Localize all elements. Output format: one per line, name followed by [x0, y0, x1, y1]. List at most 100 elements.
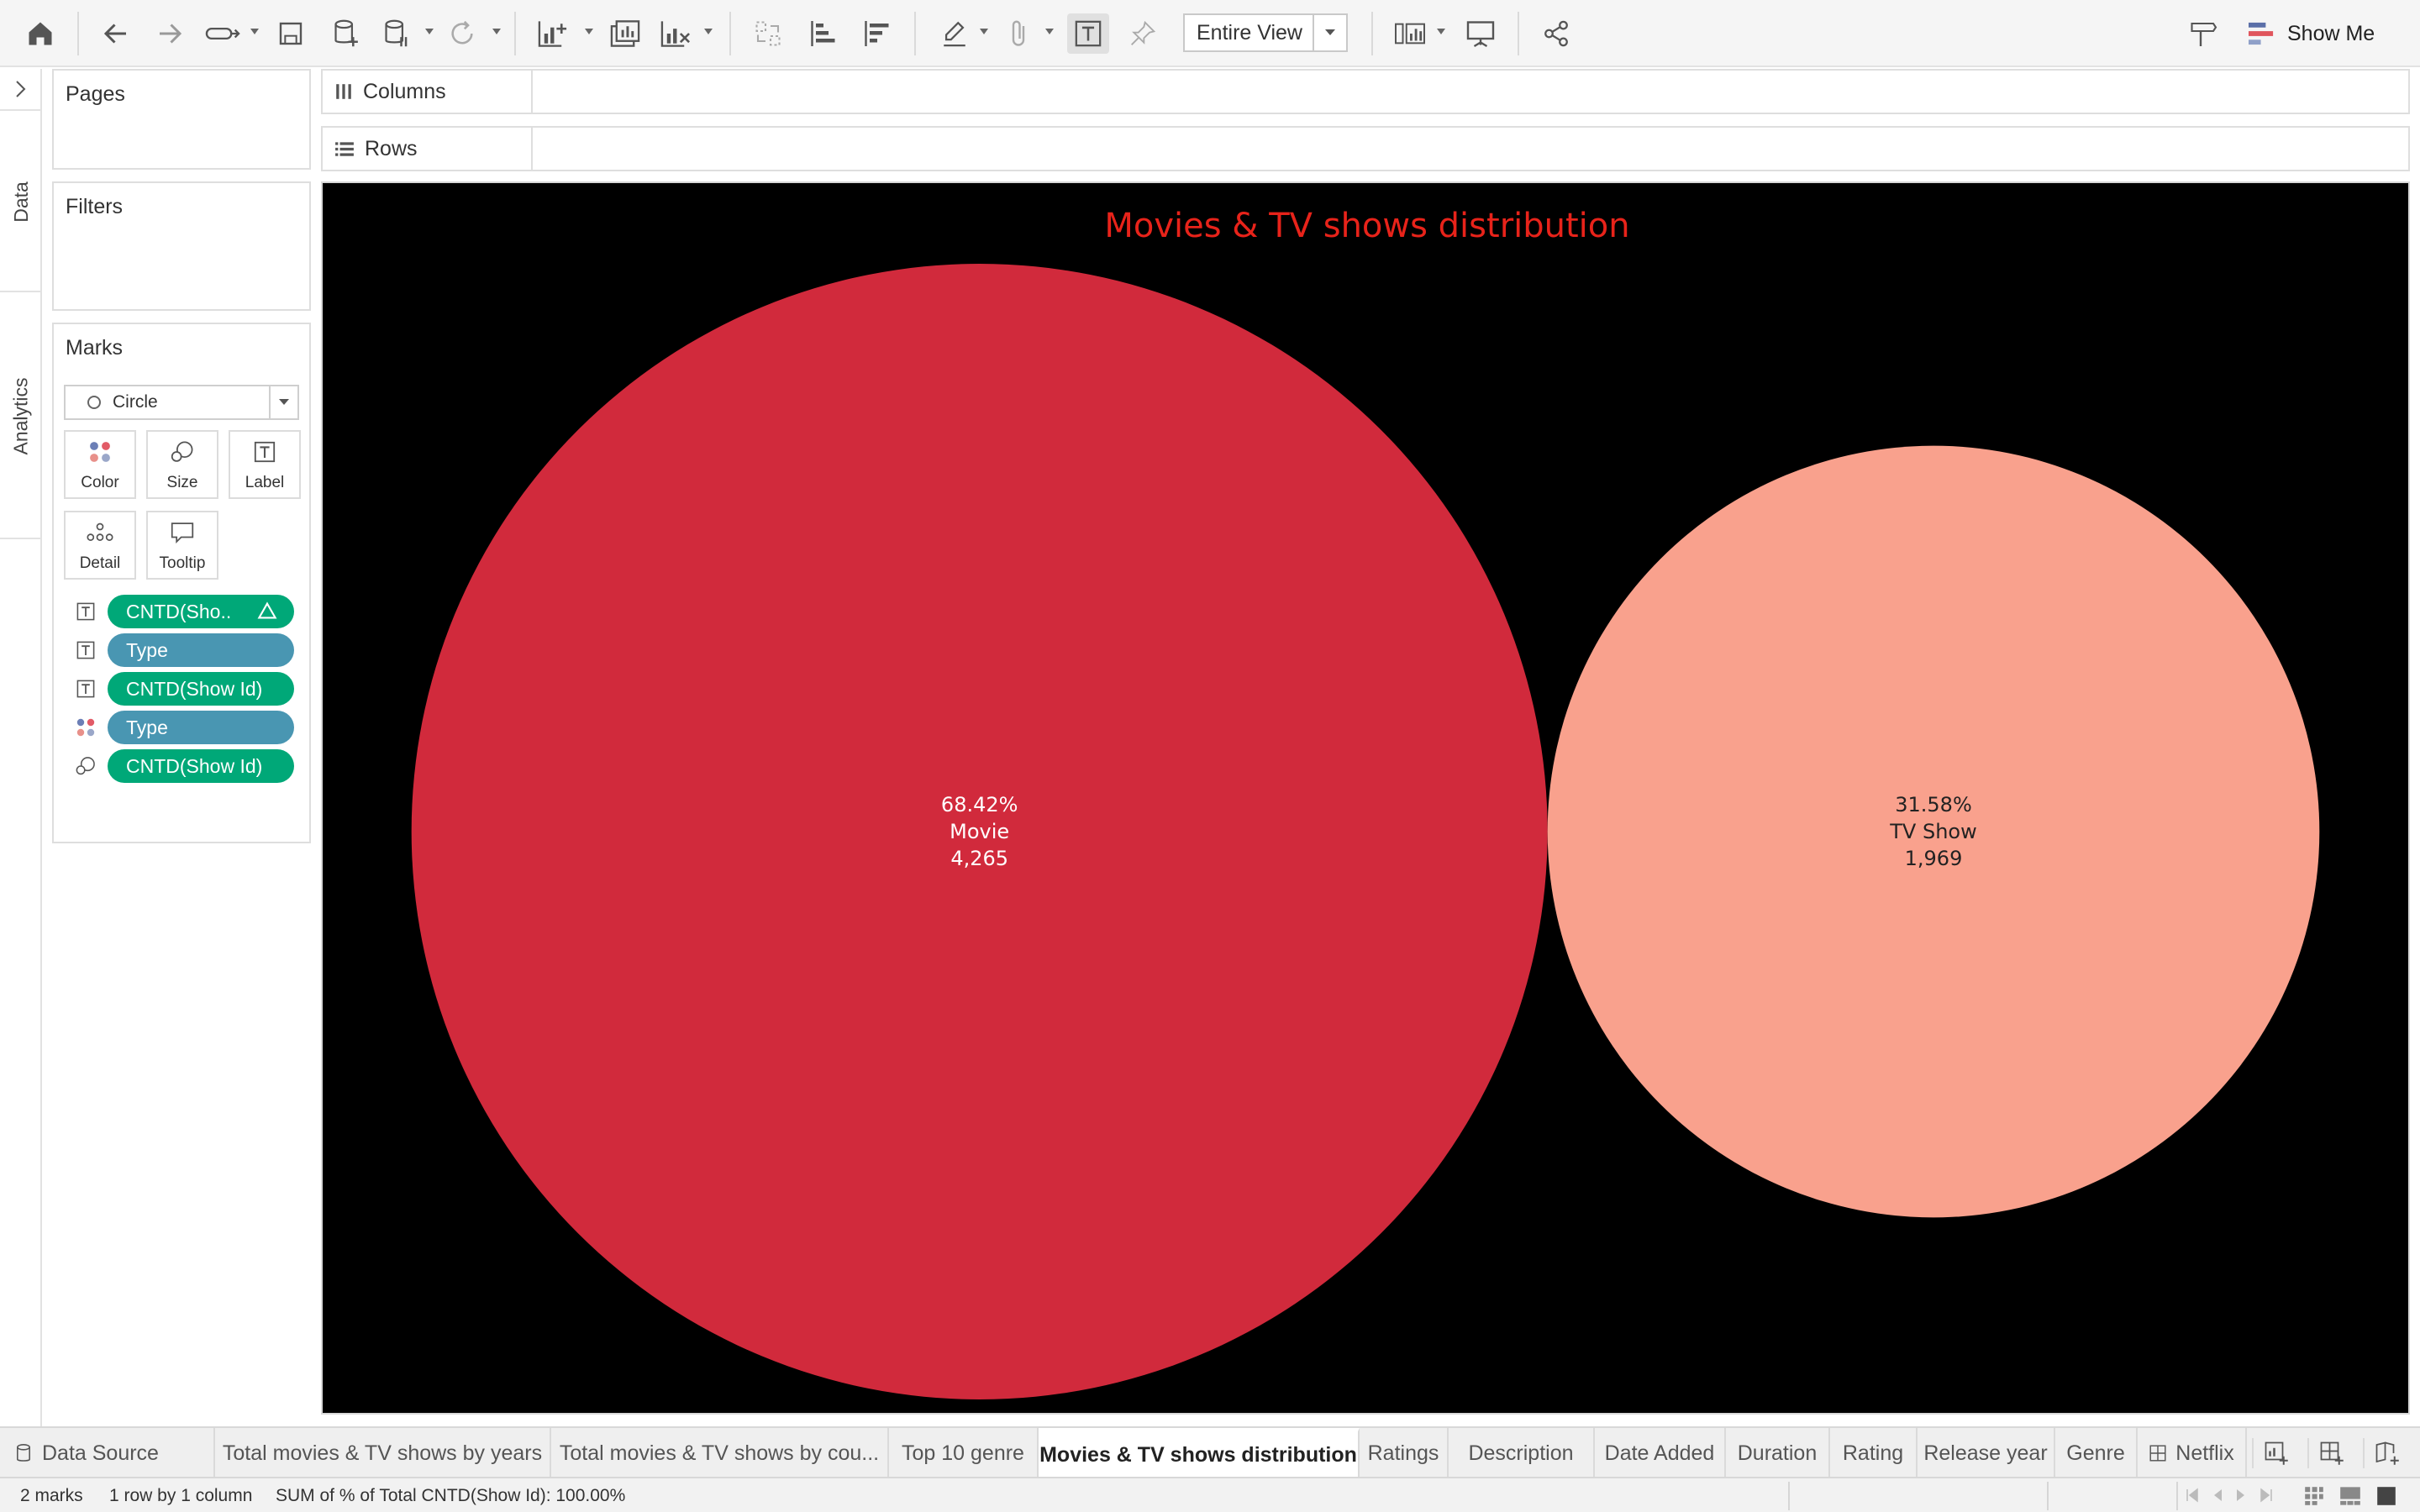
viz-canvas: Movies & TV shows distribution 68.42% Mov… [321, 181, 2410, 1415]
tab-sheet[interactable]: Date Added [1595, 1428, 1726, 1478]
detail-button[interactable]: Detail [64, 511, 136, 580]
tab-sheet-active[interactable]: Movies & TV shows distribution [1039, 1428, 1360, 1478]
color-button[interactable]: Color [64, 430, 136, 499]
sheet-view-toggles [2304, 1486, 2396, 1506]
chevron-down-icon[interactable] [250, 29, 259, 34]
expand-panel-button[interactable] [0, 69, 42, 111]
marks-pill-row: Type [74, 633, 294, 667]
bubble-category-label: TV Show [1889, 820, 1976, 843]
marks-pill-label: Type [126, 716, 168, 738]
clear-sheet-icon[interactable] [657, 13, 694, 54]
marks-pill[interactable]: Type [108, 711, 294, 744]
redo-icon[interactable] [153, 13, 187, 54]
mark-type-select[interactable]: Circle [64, 385, 299, 420]
tab-data[interactable]: Data [0, 113, 42, 292]
size-button[interactable]: Size [146, 430, 218, 499]
chart-title: Movies & TV shows distribution [1104, 207, 1629, 245]
tab-sheet[interactable]: Duration [1726, 1428, 1830, 1478]
tooltip-button-label: Tooltip [159, 554, 206, 572]
sort-descending-icon[interactable] [859, 13, 896, 54]
share-icon[interactable] [1538, 13, 1575, 54]
chevron-down-icon[interactable] [980, 29, 988, 34]
home-icon[interactable] [24, 13, 57, 54]
tab-sheet[interactable]: Rating [1830, 1428, 1918, 1478]
tab-analytics[interactable]: Analytics [0, 294, 42, 539]
tab-sheet[interactable]: Ratings [1360, 1428, 1449, 1478]
show-sheet-sorter-icon[interactable] [2304, 1486, 2324, 1506]
label-button-label: Label [245, 474, 285, 491]
show-filmstrip-icon[interactable] [2339, 1486, 2361, 1506]
chevron-down-icon[interactable] [1313, 15, 1346, 50]
marks-pill-label: Type [126, 638, 168, 661]
presentation-mode-icon[interactable] [1462, 13, 1499, 54]
marks-card-title: Marks [66, 336, 124, 360]
detail-button-label: Detail [79, 554, 121, 572]
tab-sheet[interactable]: Release year [1918, 1428, 2055, 1478]
tab-dashboard[interactable]: Netflix [2138, 1428, 2247, 1478]
tab-sheet[interactable]: Description [1449, 1428, 1595, 1478]
tab-label: Duration [1737, 1441, 1818, 1465]
marks-pill-label: CNTD(Sho.. [126, 600, 232, 622]
filters-card[interactable]: Filters [52, 181, 311, 311]
tab-sheet[interactable]: Total movies & TV shows by years [215, 1428, 551, 1478]
rows-shelf[interactable]: Rows [321, 126, 2410, 171]
marks-pill[interactable]: Type [108, 633, 294, 667]
last-sheet-icon[interactable] [2259, 1487, 2274, 1504]
label-button[interactable]: Label [229, 430, 301, 499]
marks-pill[interactable]: CNTD(Show Id) [108, 672, 294, 706]
pin-icon[interactable] [1126, 13, 1160, 54]
chevron-down-icon[interactable] [1437, 29, 1445, 34]
status-sum: SUM of % of Total CNTD(Show Id): 100.00% [276, 1486, 626, 1505]
refresh-icon[interactable] [445, 13, 479, 54]
undo-icon[interactable] [99, 13, 133, 54]
bubble-percent-label: 68.42% [941, 793, 1018, 816]
tooltip-button[interactable]: Tooltip [146, 511, 218, 580]
show-cards-icon[interactable] [1392, 13, 1428, 54]
chevron-down-icon[interactable] [269, 386, 297, 418]
chevron-down-icon[interactable] [425, 29, 434, 34]
filters-card-title: Filters [66, 195, 124, 218]
new-data-source-icon[interactable] [329, 13, 363, 54]
tab-sheet[interactable]: Total movies & TV shows by cou... [551, 1428, 889, 1478]
marks-pill[interactable]: CNTD(Sho.. [108, 595, 294, 628]
marks-pill[interactable]: CNTD(Show Id) [108, 749, 294, 783]
duplicate-sheet-icon[interactable] [607, 13, 644, 54]
bubble-chart: Movies & TV shows distribution 68.42% Mov… [411, 207, 2320, 1399]
columns-shelf-label: Columns [363, 79, 446, 103]
new-worksheet-icon [2265, 1441, 2288, 1465]
show-me-button[interactable]: Show Me [2249, 13, 2375, 54]
columns-shelf[interactable]: Columns [321, 69, 2410, 114]
previous-sheet-icon[interactable] [2212, 1487, 2223, 1504]
swap-rows-columns-icon[interactable] [750, 13, 786, 54]
pause-data-icon[interactable] [380, 13, 413, 54]
first-sheet-icon[interactable] [2185, 1487, 2200, 1504]
status-marks-count: 2 marks [20, 1486, 83, 1505]
pages-card[interactable]: Pages [52, 69, 311, 170]
chevron-down-icon[interactable] [704, 29, 713, 34]
highlight-icon[interactable] [938, 13, 971, 54]
tab-label: Top 10 genre [902, 1441, 1024, 1465]
next-sheet-icon[interactable] [2235, 1487, 2247, 1504]
toolbar-separator [77, 12, 79, 55]
sort-ascending-icon[interactable] [805, 13, 842, 54]
new-worksheet-button[interactable] [2252, 1438, 2299, 1468]
redirect-icon[interactable] [202, 13, 244, 54]
save-icon[interactable] [274, 13, 308, 54]
fit-select[interactable]: Entire View [1183, 13, 1348, 52]
tooltip-sign-icon[interactable] [2185, 13, 2222, 54]
tab-sheet[interactable]: Top 10 genre [889, 1428, 1039, 1478]
new-dashboard-button[interactable] [2307, 1438, 2354, 1468]
chevron-down-icon[interactable] [492, 29, 501, 34]
new-story-button[interactable] [2363, 1438, 2410, 1468]
new-worksheet-icon[interactable] [534, 13, 571, 54]
chevron-down-icon[interactable] [585, 29, 593, 34]
show-tabs-icon[interactable] [2376, 1486, 2396, 1506]
group-members-icon[interactable] [1002, 13, 1035, 54]
tooltip-icon [148, 521, 217, 544]
tab-data-source[interactable]: Data Source [0, 1428, 215, 1478]
sheet-tab-bar: Data Source Total movies & TV shows by y… [0, 1426, 2420, 1478]
bubble-value-label: 1,969 [1905, 847, 1963, 870]
show-mark-labels-icon[interactable] [1067, 13, 1109, 54]
chevron-down-icon[interactable] [1045, 29, 1054, 34]
tab-sheet[interactable]: Genre [2055, 1428, 2138, 1478]
